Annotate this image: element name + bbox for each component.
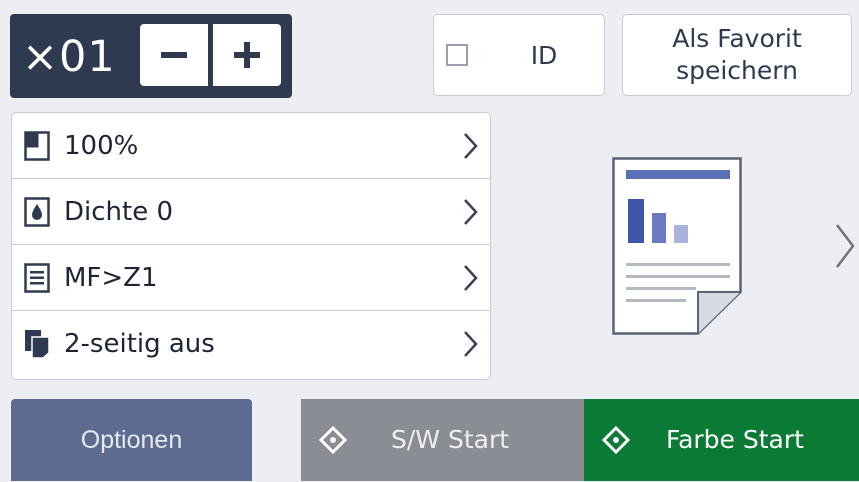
minus-icon <box>140 24 208 86</box>
setting-row-tray[interactable]: MF>Z1 <box>12 245 490 311</box>
setting-label: Dichte 0 <box>64 197 174 227</box>
settings-list: 100% Dichte 0 MF>Z1 2-seitig aus <box>11 112 491 380</box>
color-start-label: Farbe Start <box>666 425 804 454</box>
start-diamond-icon <box>319 426 347 454</box>
chevron-right-icon <box>464 199 478 225</box>
chevron-right-icon <box>464 265 478 291</box>
page-size-icon <box>24 131 50 161</box>
id-copy-label: ID <box>530 40 558 70</box>
chevron-right-icon <box>464 133 478 159</box>
id-copy-button[interactable]: ID <box>433 14 605 96</box>
start-diamond-icon <box>602 426 630 454</box>
bottom-action-bar: Optionen S/W Start Farbe Start <box>0 398 859 482</box>
save-favorite-label: Als Favorit speichern <box>623 23 851 87</box>
save-favorite-line1: Als Favorit <box>672 24 802 53</box>
mono-start-label: S/W Start <box>391 425 510 454</box>
save-favorite-line2: speichern <box>676 56 798 85</box>
decrease-copies-button[interactable] <box>140 24 208 86</box>
setting-label: 100% <box>64 131 139 161</box>
tray-list-icon <box>24 263 50 293</box>
chevron-right-icon[interactable] <box>834 222 856 270</box>
plus-icon <box>213 24 281 86</box>
chevron-right-icon <box>464 331 478 357</box>
density-drop-icon <box>24 197 50 227</box>
copies-control: ×01 <box>10 14 292 98</box>
mono-start-button[interactable]: S/W Start <box>301 399 584 481</box>
document-preview-icon <box>612 157 742 335</box>
increase-copies-button[interactable] <box>213 24 281 86</box>
options-label: Optionen <box>80 425 183 454</box>
setting-row-duplex[interactable]: 2-seitig aus <box>12 311 490 377</box>
save-favorite-button[interactable]: Als Favorit speichern <box>622 14 852 96</box>
copy-screen: ×01 ID Als Favorit speichern 100% Dichte… <box>0 0 859 482</box>
setting-row-density[interactable]: Dichte 0 <box>12 179 490 245</box>
setting-label: MF>Z1 <box>64 263 158 293</box>
options-button[interactable]: Optionen <box>11 399 252 481</box>
color-start-button[interactable]: Farbe Start <box>584 399 859 481</box>
copies-count: ×01 <box>22 32 116 82</box>
setting-label: 2-seitig aus <box>64 329 215 359</box>
setting-row-enlarge[interactable]: 100% <box>12 113 490 179</box>
duplex-pages-icon <box>25 330 50 359</box>
